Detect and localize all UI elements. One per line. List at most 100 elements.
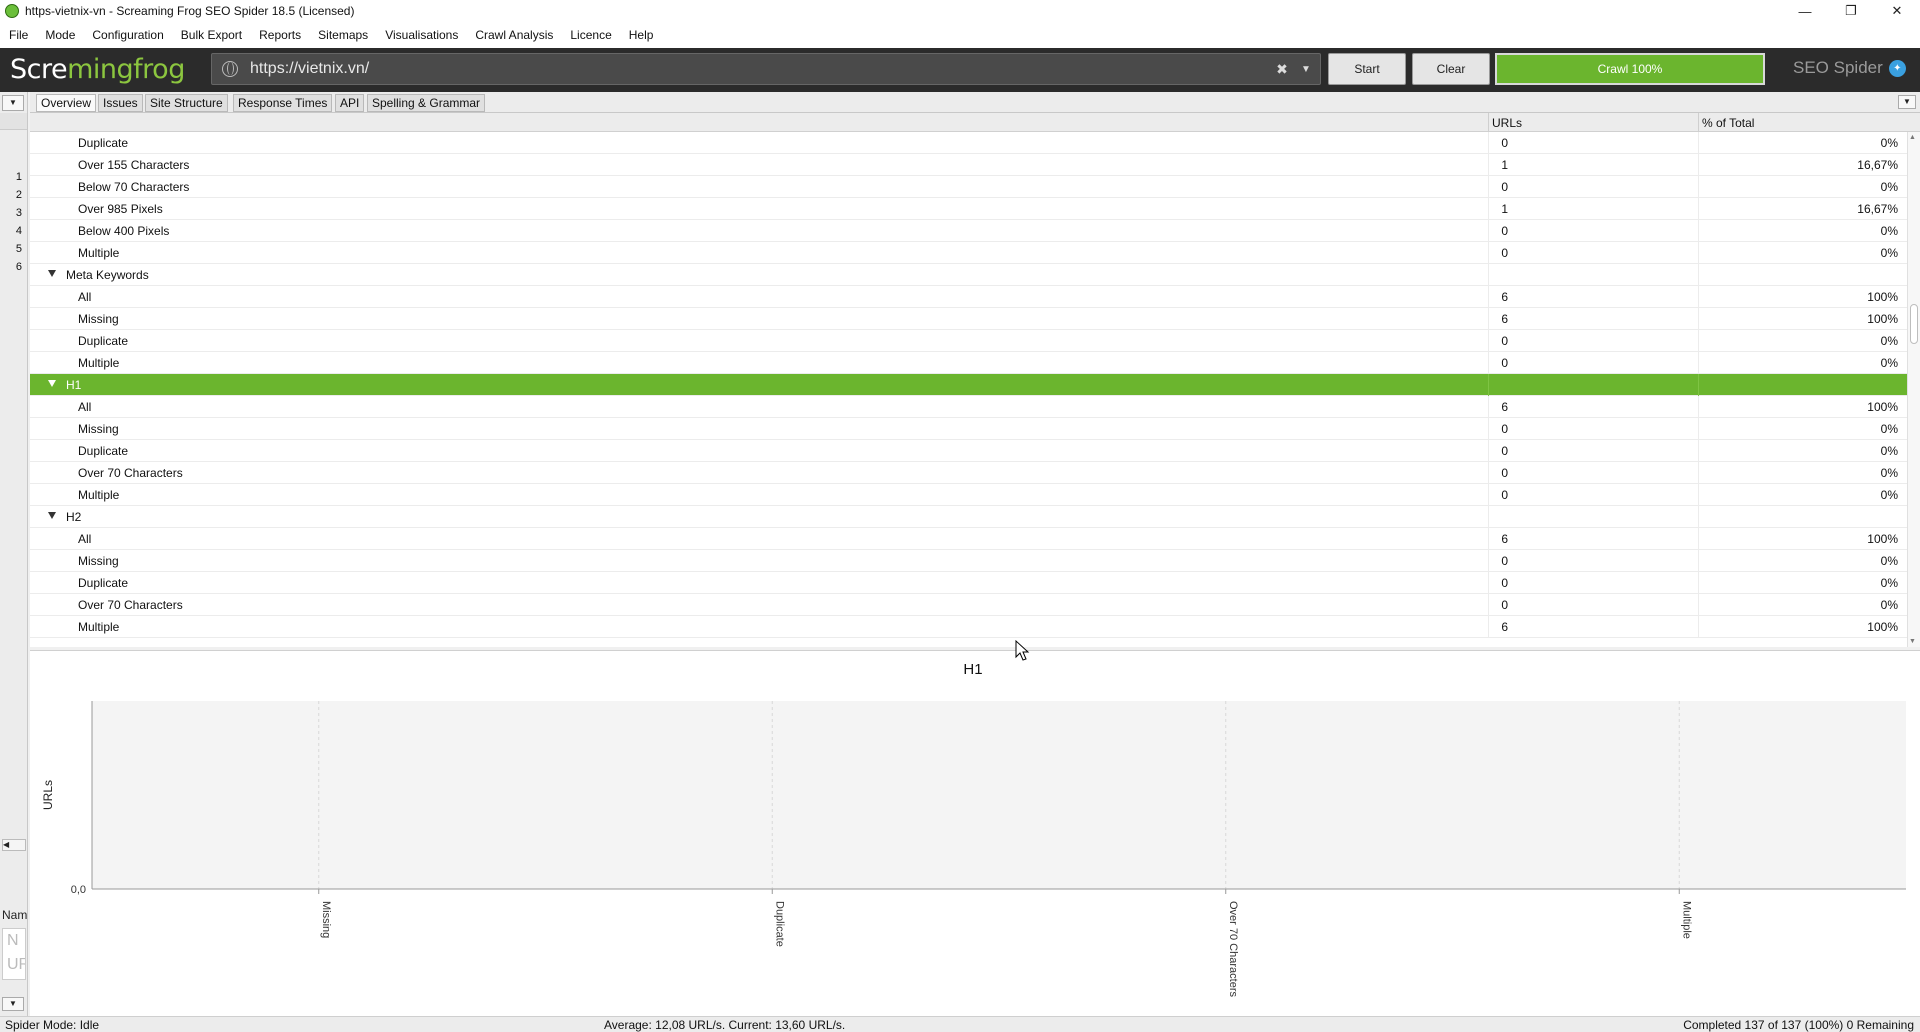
url-input[interactable]: https://vietnix.vn/ bbox=[250, 60, 1272, 78]
menu-bar: File Mode Configuration Bulk Export Repo… bbox=[0, 22, 1920, 48]
row-label: H2 bbox=[66, 510, 82, 524]
table-group-row[interactable]: Meta Keywords bbox=[30, 264, 1907, 286]
twitter-icon[interactable]: ✦ bbox=[1888, 59, 1906, 77]
line-numbers: 1 2 3 4 5 6 bbox=[4, 168, 22, 276]
table-row[interactable]: Multiple 6 100% bbox=[30, 616, 1907, 638]
line-number: 6 bbox=[15, 261, 22, 273]
column-header-urls[interactable]: URLs bbox=[1492, 116, 1522, 130]
x-tick-label: Missing bbox=[320, 901, 332, 938]
scroll-up-icon[interactable]: ▲ bbox=[1909, 134, 1916, 141]
menu-sitemaps[interactable]: Sitemaps bbox=[318, 28, 368, 42]
column-header-pct-total[interactable]: % of Total bbox=[1702, 116, 1754, 130]
table-row[interactable]: Over 155 Characters 1 16,67% bbox=[30, 154, 1907, 176]
row-percent: 0% bbox=[1880, 422, 1898, 436]
row-label: All bbox=[78, 290, 92, 304]
table-row[interactable]: Multiple 0 0% bbox=[30, 242, 1907, 264]
table-row[interactable]: Below 70 Characters 0 0% bbox=[30, 176, 1907, 198]
table-row[interactable]: Duplicate 0 0% bbox=[30, 440, 1907, 462]
column-separator bbox=[1698, 352, 1699, 374]
tab-bar: Overview Issues Site Structure Response … bbox=[30, 92, 1920, 113]
table-row[interactable]: All 6 100% bbox=[30, 528, 1907, 550]
close-icon[interactable]: ✕ bbox=[1874, 0, 1920, 22]
menu-reports[interactable]: Reports bbox=[259, 28, 301, 42]
table-group-row[interactable]: H2 bbox=[30, 506, 1907, 528]
table-row[interactable]: Duplicate 0 0% bbox=[30, 132, 1907, 154]
menu-crawl-analysis[interactable]: Crawl Analysis bbox=[475, 28, 553, 42]
column-separator bbox=[1698, 594, 1699, 616]
column-separator bbox=[1698, 572, 1699, 594]
table-row[interactable]: All 6 100% bbox=[30, 286, 1907, 308]
clear-button[interactable]: Clear bbox=[1412, 53, 1490, 85]
column-separator bbox=[1698, 198, 1699, 220]
menu-file[interactable]: File bbox=[9, 28, 28, 42]
row-percent: 0% bbox=[1880, 136, 1898, 150]
table-row[interactable]: Over 70 Characters 0 0% bbox=[30, 462, 1907, 484]
column-separator bbox=[1488, 352, 1489, 374]
row-percent: 0% bbox=[1880, 224, 1898, 238]
column-separator bbox=[1488, 506, 1489, 528]
row-urls-count: 6 bbox=[1501, 620, 1508, 634]
table-row[interactable]: Duplicate 0 0% bbox=[30, 330, 1907, 352]
table-row[interactable]: Duplicate 0 0% bbox=[30, 572, 1907, 594]
expand-triangle-icon[interactable] bbox=[48, 380, 56, 387]
url-dropdown-icon[interactable]: ▼ bbox=[1292, 64, 1320, 75]
y-tick-label: 0,0 bbox=[71, 884, 86, 896]
row-urls-count: 0 bbox=[1501, 488, 1508, 502]
table-row[interactable]: Over 985 Pixels 1 16,67% bbox=[30, 198, 1907, 220]
row-urls-count: 1 bbox=[1501, 202, 1508, 216]
table-row[interactable]: Missing 6 100% bbox=[30, 308, 1907, 330]
y-axis-label: URLs bbox=[41, 780, 55, 810]
row-percent: 100% bbox=[1867, 290, 1898, 304]
row-urls-count: 0 bbox=[1501, 136, 1508, 150]
column-separator bbox=[1488, 528, 1489, 550]
table-row[interactable]: Missing 0 0% bbox=[30, 550, 1907, 572]
start-button[interactable]: Start bbox=[1328, 53, 1406, 85]
logo-part1: Scre bbox=[10, 54, 68, 85]
table-group-row[interactable]: H1 bbox=[30, 374, 1907, 396]
table-row[interactable]: Below 400 Pixels 0 0% bbox=[30, 220, 1907, 242]
left-horizontal-scrollbar[interactable]: ◀ bbox=[2, 839, 26, 851]
table-row[interactable]: Multiple 0 0% bbox=[30, 352, 1907, 374]
column-separator bbox=[1698, 220, 1699, 242]
tabs-overflow-dropdown-icon[interactable]: ▼ bbox=[1898, 95, 1916, 109]
menu-bulk-export[interactable]: Bulk Export bbox=[181, 28, 242, 42]
table-row[interactable]: All 6 100% bbox=[30, 396, 1907, 418]
table-row[interactable]: Missing 0 0% bbox=[30, 418, 1907, 440]
menu-mode[interactable]: Mode bbox=[45, 28, 75, 42]
table-vertical-scrollbar[interactable]: ▲ ▼ bbox=[1907, 132, 1920, 647]
expand-triangle-icon[interactable] bbox=[48, 512, 56, 519]
title-bar: https-vietnix-vn - Screaming Frog SEO Sp… bbox=[0, 0, 1920, 22]
plot-area bbox=[92, 701, 1906, 889]
left-panel-scroll-down-icon[interactable]: ▼ bbox=[2, 997, 24, 1011]
menu-help[interactable]: Help bbox=[629, 28, 654, 42]
left-panel-dropdown-icon[interactable]: ▼ bbox=[2, 95, 24, 111]
window-controls: — ❐ ✕ bbox=[1782, 0, 1920, 22]
restore-icon[interactable]: ❐ bbox=[1828, 0, 1874, 22]
column-separator bbox=[1488, 264, 1489, 286]
expand-triangle-icon[interactable] bbox=[48, 270, 56, 277]
menu-configuration[interactable]: Configuration bbox=[92, 28, 163, 42]
tab-overview[interactable]: Overview bbox=[36, 94, 97, 112]
x-tick-label: Over 70 Characters bbox=[1227, 901, 1239, 997]
row-label: Duplicate bbox=[78, 136, 129, 150]
tab-site-structure[interactable]: Site Structure bbox=[145, 94, 228, 112]
tab-response-times[interactable]: Response Times bbox=[233, 94, 333, 112]
column-separator bbox=[1698, 374, 1699, 396]
row-label: Below 70 Characters bbox=[78, 180, 190, 194]
menu-licence[interactable]: Licence bbox=[570, 28, 611, 42]
table-row[interactable]: Over 70 Characters 0 0% bbox=[30, 594, 1907, 616]
tab-issues[interactable]: Issues bbox=[98, 94, 143, 112]
menu-visualisations[interactable]: Visualisations bbox=[385, 28, 458, 42]
tab-api[interactable]: API bbox=[335, 94, 365, 112]
scroll-down-icon[interactable]: ▼ bbox=[1909, 638, 1916, 645]
row-label: Over 70 Characters bbox=[78, 466, 183, 480]
row-label: Duplicate bbox=[78, 576, 129, 590]
row-label: Multiple bbox=[78, 246, 120, 260]
table-row[interactable]: Multiple 0 0% bbox=[30, 484, 1907, 506]
scrollbar-thumb[interactable] bbox=[1910, 304, 1918, 344]
column-separator bbox=[1488, 440, 1489, 462]
row-urls-count: 6 bbox=[1501, 400, 1508, 414]
tab-spelling-grammar[interactable]: Spelling & Grammar bbox=[367, 94, 486, 112]
minimize-icon[interactable]: — bbox=[1782, 0, 1828, 22]
clear-url-icon[interactable]: ✖ bbox=[1272, 61, 1292, 78]
